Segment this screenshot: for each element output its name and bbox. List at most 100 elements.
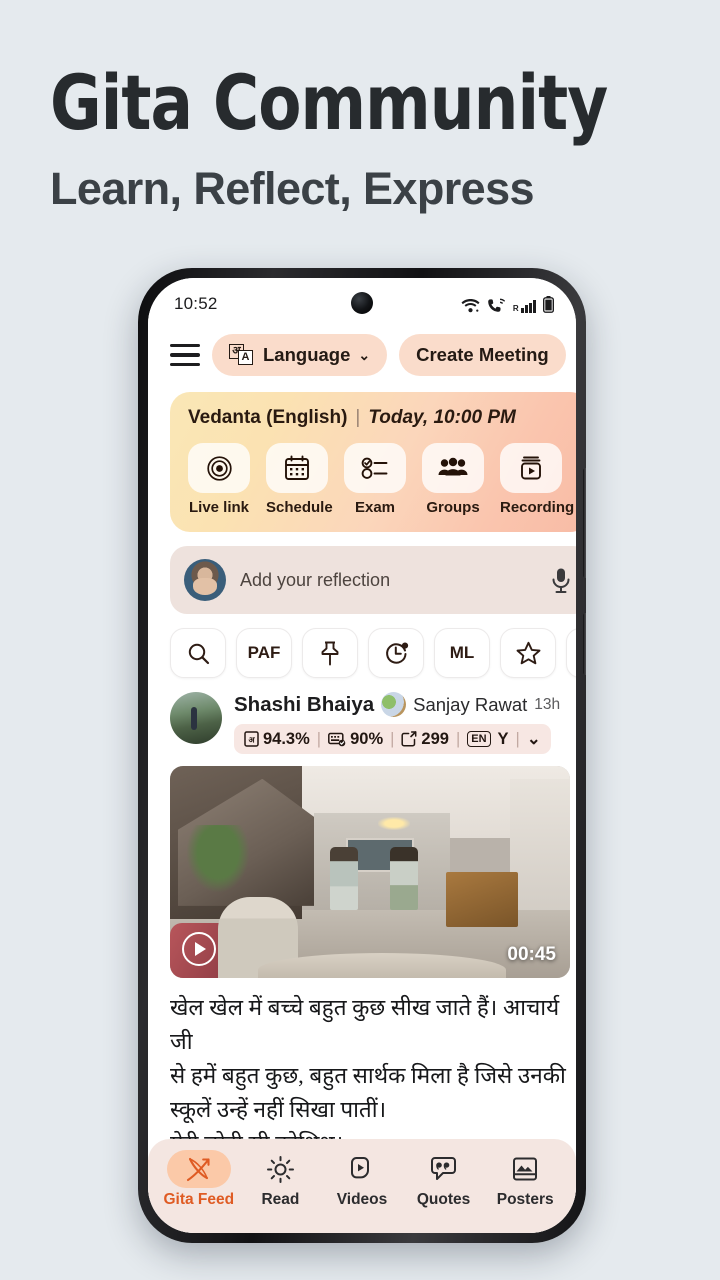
- checklist-icon: [344, 443, 406, 493]
- star-icon: [516, 641, 540, 665]
- signal-bars-icon: R: [513, 300, 536, 313]
- banner-action-schedule[interactable]: Schedule: [266, 443, 333, 516]
- page-title: Gita Community: [50, 58, 608, 147]
- post-author-name[interactable]: Shashi Bhaiya: [234, 693, 374, 717]
- phone-frame: 10:52 R अ A Language ⌄ Create Meeting Ve…: [138, 268, 586, 1243]
- video-scene-child-left: [330, 846, 358, 911]
- page-subtitle: Learn, Reflect, Express: [50, 163, 535, 214]
- nav-item-gita-feed[interactable]: Gita Feed: [161, 1150, 237, 1209]
- svg-text:अ: अ: [248, 736, 255, 745]
- language-button[interactable]: अ A Language ⌄: [212, 334, 388, 376]
- chip-search[interactable]: [170, 628, 226, 678]
- nav-item-videos[interactable]: Videos: [324, 1150, 400, 1209]
- chip-recent[interactable]: [368, 628, 424, 678]
- hamburger-menu-icon[interactable]: [170, 344, 200, 366]
- chip-ml[interactable]: ML: [434, 628, 490, 678]
- microphone-icon[interactable]: [550, 567, 572, 594]
- app-top-nav: अ A Language ⌄ Create Meeting: [148, 324, 576, 386]
- event-name: Vedanta (English): [188, 407, 348, 428]
- video-scene-plant: [186, 825, 250, 894]
- nav-item-read[interactable]: Read: [242, 1150, 318, 1209]
- play-button-icon[interactable]: [182, 932, 216, 966]
- post-video-thumbnail[interactable]: 00:45: [170, 766, 570, 978]
- video-scene-cabinet: [446, 872, 518, 928]
- sun-icon: [248, 1150, 312, 1188]
- stat-notes-value: 299: [421, 729, 449, 748]
- stats-separator: |: [390, 729, 395, 748]
- stat-language-value: Y: [497, 729, 509, 748]
- stats-separator: |: [455, 729, 461, 748]
- chip-pin[interactable]: [302, 628, 358, 678]
- banner-action-groups[interactable]: Groups: [422, 443, 484, 516]
- event-separator: |: [355, 407, 361, 428]
- stat-language-badge: EN: [467, 730, 491, 748]
- nav-label: Gita Feed: [163, 1191, 235, 1208]
- banner-action-label: Live link: [188, 499, 250, 516]
- event-schedule: Today, 10:00 PM: [368, 407, 516, 428]
- nav-item-quotes[interactable]: Quotes: [406, 1150, 482, 1209]
- quote-bubble-icon: [412, 1150, 476, 1188]
- nav-label: Read: [261, 1191, 300, 1208]
- post-timestamp: 13h: [534, 695, 561, 713]
- language-button-label: Language: [263, 344, 351, 365]
- volume-button[interactable]: [583, 468, 586, 578]
- stat-reading-value: 94.3%: [263, 729, 310, 748]
- stats-separator: |: [515, 729, 520, 748]
- post-author-avatar[interactable]: [170, 692, 222, 744]
- video-scene-lamp: [378, 816, 410, 830]
- video-scene-child-right: [390, 846, 418, 911]
- banner-action-exam[interactable]: Exam: [344, 443, 406, 516]
- post-author-names: Shashi Bhaiya Sanjay Rawat 13h: [234, 692, 576, 717]
- chip-favorites[interactable]: [500, 628, 556, 678]
- event-banner-title: Vedanta (English) | Today, 10:00 PM: [188, 407, 576, 429]
- nav-item-posters[interactable]: Posters: [487, 1150, 563, 1209]
- nav-label: Posters: [496, 1191, 554, 1208]
- user-avatar: [184, 559, 226, 601]
- secondary-author-avatar[interactable]: [381, 692, 407, 717]
- banner-action-label: Exam: [354, 499, 396, 516]
- post-stats-badge[interactable]: अ 94.3% | 90% | 299 | EN Y | ⌄: [234, 724, 551, 754]
- devanagari-latin-script-icon: अ A: [229, 344, 255, 366]
- chevron-down-icon: ⌄: [358, 346, 371, 363]
- post-text-line: से हमें बहुत कुछ, बहुत सार्थक मिला है जि…: [170, 1063, 566, 1088]
- stat-reading: अ 94.3%: [244, 730, 310, 749]
- stat-typing-value: 90%: [350, 729, 384, 748]
- post-meta: Shashi Bhaiya Sanjay Rawat 13h अ 94.3% |…: [234, 692, 576, 754]
- add-reflection-bar[interactable]: Add your reflection: [170, 546, 576, 614]
- people-group-icon: [422, 443, 484, 493]
- create-meeting-button[interactable]: Create Meeting: [399, 334, 566, 376]
- stat-notes: 299: [401, 730, 449, 749]
- banner-action-live-link[interactable]: Live link: [188, 443, 250, 516]
- reflection-input-placeholder[interactable]: Add your reflection: [240, 570, 536, 591]
- power-button[interactable]: [583, 613, 586, 675]
- phone-screen: 10:52 R अ A Language ⌄ Create Meeting Ve…: [148, 278, 576, 1233]
- status-time: 10:52: [174, 294, 218, 313]
- banner-action-recording[interactable]: Recording: [500, 443, 574, 516]
- keyboard-check-icon: [328, 732, 346, 746]
- bow-arrow-icon: [166, 1150, 231, 1188]
- event-actions: Live link Schedule Exam Groups Recording: [188, 443, 576, 516]
- stats-expand-chevron-icon[interactable]: ⌄: [527, 729, 541, 749]
- battery-icon: [543, 295, 554, 313]
- recording-play-icon: [500, 443, 562, 493]
- chip-checklist[interactable]: [566, 628, 576, 678]
- stat-typing: 90%: [328, 730, 383, 749]
- app-screen: अ A Language ⌄ Create Meeting Vedanta (E…: [148, 324, 576, 1233]
- post-text-line: स्कूलें उन्हें नहीं सिखा पातीं।: [170, 1097, 387, 1122]
- calendar-icon: [266, 443, 328, 493]
- lang-glyph-latin: A: [238, 350, 253, 365]
- post-text-line: खेल खेल में बच्चे बहुत कुछ सीख जाते हैं।…: [170, 995, 560, 1054]
- nav-label: Videos: [336, 1191, 388, 1208]
- event-banner[interactable]: Vedanta (English) | Today, 10:00 PM Live…: [170, 392, 576, 532]
- pin-icon: [321, 641, 339, 665]
- status-icons: R: [461, 295, 554, 313]
- video-play-icon: [330, 1150, 394, 1188]
- nav-label: Quotes: [416, 1191, 471, 1208]
- feed-post: Shashi Bhaiya Sanjay Rawat 13h अ 94.3% |…: [148, 688, 576, 1161]
- chip-paf[interactable]: PAF: [236, 628, 292, 678]
- bottom-navigation-bar: Gita Feed Read Videos Quotes Posters: [148, 1139, 576, 1233]
- post-secondary-author[interactable]: Sanjay Rawat: [413, 694, 527, 716]
- banner-action-label: Schedule: [266, 499, 333, 516]
- banner-action-label: Groups: [426, 499, 480, 516]
- filter-chip-row: PAF ML: [148, 614, 576, 688]
